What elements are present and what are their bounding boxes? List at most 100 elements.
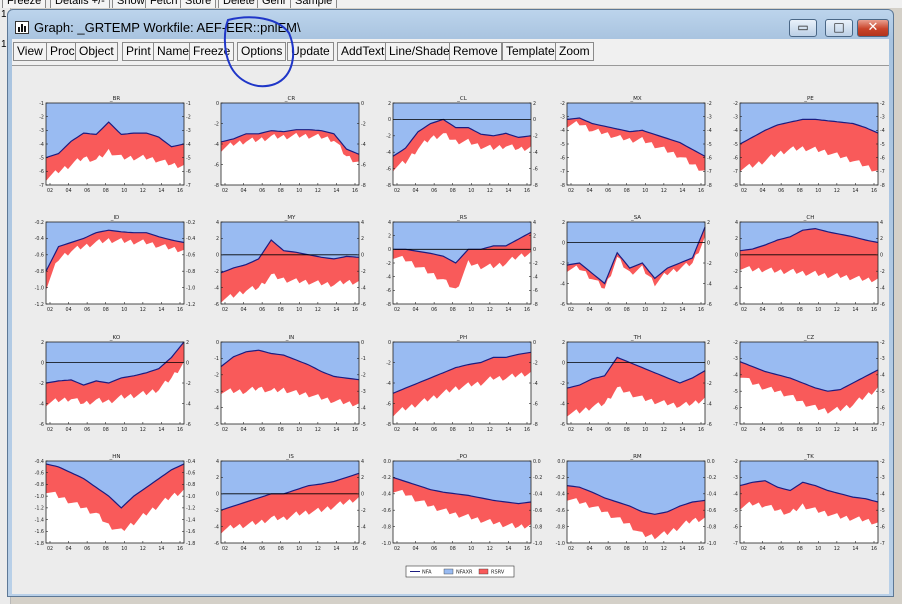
- y-tick-label: -2: [733, 340, 738, 346]
- y-tick-label: 4: [216, 459, 219, 465]
- y-tick-label: -4: [214, 524, 219, 530]
- close-button[interactable]: ✕: [857, 19, 889, 37]
- y-tick-label: -2: [386, 261, 391, 267]
- y-tick-label: -6: [186, 422, 191, 428]
- object-button[interactable]: Object: [75, 42, 118, 61]
- y-tick-label: -0.6: [382, 508, 391, 514]
- title-bar[interactable]: Graph: _GRTEMP Workfile: AEF-EER::pnlEM\…: [8, 10, 893, 38]
- x-tick-label: 04: [587, 188, 593, 194]
- y-tick-label: -2: [214, 508, 219, 514]
- y-tick-label: -2: [733, 459, 738, 465]
- y-tick-label: -0.2: [382, 475, 391, 481]
- chart-panel: _CZ-2 -2-3 -3-4 -4-5 -5-6 -6-7 -702 04 06 08 10 12 1…: [733, 335, 885, 433]
- y-tick-label: -4: [880, 285, 885, 291]
- zoom-button[interactable]: Zoom: [555, 42, 594, 61]
- print-button[interactable]: Print: [122, 42, 155, 61]
- y-tick-label: -6: [39, 422, 44, 428]
- y-tick-label: -2: [533, 134, 538, 140]
- y-tick-label: -2: [361, 121, 366, 127]
- x-tick-label: 14: [158, 307, 164, 313]
- x-tick-label: 14: [333, 427, 339, 433]
- x-tick-label: 14: [158, 188, 164, 194]
- y-tick-label: -0.2: [707, 475, 716, 481]
- background-button-store[interactable]: Store: [180, 0, 217, 8]
- y-tick-label: -7: [733, 422, 738, 428]
- addtext-button[interactable]: AddText: [337, 42, 389, 61]
- window-title: Graph: _GRTEMP Workfile: AEF-EER::pnlEM\: [34, 20, 301, 35]
- y-tick-label: -0.4: [382, 492, 391, 498]
- background-button-freeze[interactable]: Freeze: [2, 0, 47, 8]
- minimize-button[interactable]: ▭: [789, 19, 817, 37]
- y-tick-label: -4: [733, 285, 738, 291]
- y-tick-label: -2: [386, 360, 391, 366]
- y-tick-label: -5: [361, 422, 366, 428]
- x-tick-label: 14: [679, 307, 685, 313]
- x-tick-label: 16: [177, 307, 183, 313]
- y-tick-label: -2: [533, 360, 538, 366]
- y-tick-label: -1.4: [35, 517, 44, 523]
- x-tick-label: 08: [797, 546, 803, 552]
- y-tick-label: 4: [361, 459, 364, 465]
- y-tick-label: -2: [707, 381, 712, 387]
- y-tick-label: -6: [386, 401, 391, 407]
- y-tick-label: -4: [386, 274, 391, 280]
- background-button-show[interactable]: Show: [112, 0, 150, 8]
- y-tick-label: -8: [214, 183, 219, 189]
- x-tick-label: 12: [834, 188, 840, 194]
- x-tick-label: 10: [642, 307, 648, 313]
- x-tick-label: 06: [778, 188, 784, 194]
- freeze-button[interactable]: Freeze: [189, 42, 235, 61]
- y-tick-label: -6: [707, 422, 712, 428]
- x-tick-label: 16: [177, 546, 183, 552]
- x-tick-label: 12: [834, 307, 840, 313]
- view-button[interactable]: View: [13, 42, 47, 61]
- maximize-button[interactable]: □: [825, 19, 853, 37]
- panel-title: _HN: [109, 454, 121, 460]
- x-tick-label: 02: [394, 427, 400, 433]
- template-button[interactable]: Template: [502, 42, 559, 61]
- x-tick-label: 10: [121, 307, 127, 313]
- y-tick-label: 0: [735, 253, 738, 259]
- x-tick-label: 02: [394, 546, 400, 552]
- background-button-genr[interactable]: Genr: [257, 0, 292, 8]
- y-tick-label: -6: [214, 162, 219, 168]
- y-tick-label: -5: [880, 508, 885, 514]
- x-tick-label: 06: [259, 427, 265, 433]
- y-tick-label: 0: [707, 360, 710, 366]
- y-tick-label: -0.6: [556, 508, 565, 514]
- y-tick-label: -1.0: [35, 285, 44, 291]
- y-tick-label: -0.2: [186, 220, 195, 226]
- update-button[interactable]: Update: [287, 42, 334, 61]
- background-button-sample[interactable]: Sample: [290, 0, 338, 8]
- proc-button[interactable]: Proc: [46, 42, 79, 61]
- y-tick-label: 0: [216, 340, 219, 346]
- name-button[interactable]: Name: [153, 42, 194, 61]
- y-tick-label: -6: [533, 401, 538, 407]
- y-tick-label: -1.0: [556, 541, 565, 547]
- x-tick-label: 12: [661, 188, 667, 194]
- x-tick-label: 10: [296, 307, 302, 313]
- x-tick-label: 02: [394, 307, 400, 313]
- remove-button[interactable]: Remove: [449, 42, 502, 61]
- chart-panel: _MY4 42 20 0-2 -2-4 -4-6 -602 04 06 08 10 12 14 16: [214, 215, 366, 313]
- background-button-delete[interactable]: Delete: [218, 0, 260, 8]
- y-tick-label: -8: [533, 183, 538, 189]
- y-tick-label: -6: [733, 155, 738, 161]
- y-tick-label: 4: [361, 220, 364, 226]
- y-tick-label: -0.4: [186, 236, 195, 242]
- x-tick-label: 02: [222, 546, 228, 552]
- panel-title: _SA: [630, 215, 641, 221]
- x-tick-label: 02: [47, 307, 53, 313]
- panel-title: _ID: [110, 215, 120, 221]
- x-tick-label: 14: [679, 188, 685, 194]
- line-shade-button[interactable]: Line/Shade: [385, 42, 454, 61]
- options-button[interactable]: Options: [237, 42, 287, 61]
- background-button-details-[interactable]: Details +/-: [50, 0, 110, 8]
- y-tick-label: 0: [361, 253, 364, 259]
- y-tick-label: -6: [560, 155, 565, 161]
- x-tick-label: 02: [741, 188, 747, 194]
- x-tick-label: 10: [296, 188, 302, 194]
- chart-panel: _PH0 0-2 -2-4 -4-6 -6-8 -802 04 06 08 10 12 14 16: [386, 335, 538, 433]
- background-button-fetch[interactable]: Fetch: [145, 0, 183, 8]
- y-tick-label: -3: [39, 128, 44, 134]
